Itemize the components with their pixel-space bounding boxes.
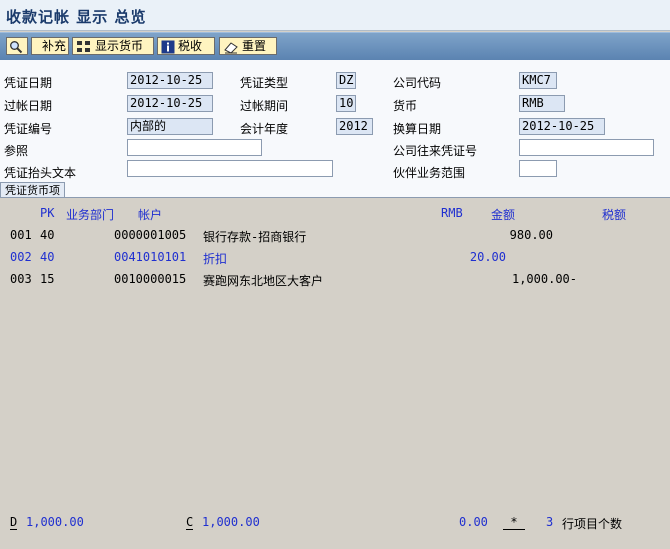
company-code-label: 公司代码 [393,76,442,90]
row-1-no: 001 [10,228,32,242]
tab-doc-currency-items[interactable]: 凭证货币项 [0,182,65,198]
col-amount: 金额 [491,208,516,222]
toolbar: 补充 显示货币 税收 重置 [0,32,670,61]
doc-no-label: 凭证编号 [4,122,53,136]
eraser-icon [224,41,238,54]
row-3-amount: 1,000.00- [511,272,577,286]
fiscal-year-field[interactable]: 2012 [336,118,373,135]
balance-indicator: * [503,515,525,530]
post-date-label: 过帐日期 [4,99,53,113]
doc-date-label: 凭证日期 [4,76,53,90]
row-1-text: 银行存款-招商银行 [203,230,307,244]
document-icon [35,40,39,54]
header-text-field[interactable] [127,160,333,177]
row-1-amount: 980.00 [509,228,553,242]
currency-label: 货币 [393,99,418,113]
reset-label: 重置 [242,39,267,53]
tax-button[interactable]: 税收 [157,37,215,55]
credit-total: 1,000.00 [202,515,260,529]
col-pk: PK [40,206,55,220]
doc-type-label: 凭证类型 [240,76,289,90]
fiscal-year-label: 会计年度 [240,122,289,136]
partner-area-field[interactable] [519,160,557,177]
row-3-no: 003 [10,272,32,286]
balance-value: 0.00 [459,515,488,529]
row-2-account[interactable]: 0041010101 [114,250,186,264]
credit-label: C [186,515,194,530]
trans-date-field[interactable]: 2012-10-25 [519,118,605,135]
row-2-amount: 20.00 [469,250,506,264]
ref-field[interactable] [127,139,262,156]
company-code-field[interactable]: KMC7 [519,72,557,89]
header-text-label: 凭证抬头文本 [4,166,77,180]
document-header: 凭证日期 2012-10-25 凭证类型 DZ 公司代码 KMC7 过帐日期 2… [0,60,670,182]
col-tax: 税额 [602,208,627,222]
row-3-account[interactable]: 0010000015 [114,272,186,286]
trans-date-label: 换算日期 [393,122,442,136]
info-icon [161,40,175,53]
period-label: 过帐期间 [240,99,289,113]
doc-type-field[interactable]: DZ [336,72,356,89]
post-date-field[interactable]: 2012-10-25 [127,95,213,112]
ref-label: 参照 [4,144,29,158]
row-3-pk: 15 [40,272,55,286]
intercompany-field[interactable] [519,139,654,156]
show-currency-button[interactable]: 显示货币 [72,37,154,55]
col-account: 帐户 [138,208,163,222]
supplement-label: 补充 [42,39,67,53]
item-count-label: 行项目个数 [562,517,623,531]
partner-area-label: 伙伴业务范围 [393,166,466,180]
tab-strip: 凭证货币项 [0,182,670,198]
line-items-panel: PK 业务部门 帐户 RMB 金额 税额 001 40 0000001005 银… [0,197,670,549]
tax-label: 税收 [178,39,203,53]
row-2-pk: 40 [40,250,55,264]
row-2-no: 002 [10,250,32,264]
show-currency-label: 显示货币 [95,39,144,53]
doc-date-field[interactable]: 2012-10-25 [127,72,213,89]
doc-no-field[interactable]: 内部的 [127,118,213,135]
hierarchy-icon [77,40,90,52]
reset-button[interactable]: 重置 [219,37,277,55]
debit-total: 1,000.00 [26,515,84,529]
title-bar: 收款记帐 显示 总览 [0,0,670,31]
col-currency: RMB [441,206,463,220]
window-title: 收款记帐 显示 总览 [6,8,147,26]
row-1-account[interactable]: 0000001005 [114,228,186,242]
col-bus-area: 业务部门 [66,208,115,222]
intercompany-label: 公司往来凭证号 [393,144,478,158]
period-field[interactable]: 10 [336,95,356,112]
magnify-button[interactable] [6,37,28,55]
supplement-button[interactable]: 补充 [31,37,69,55]
debit-label: D [10,515,18,530]
row-1-pk: 40 [40,228,55,242]
row-2-text: 折扣 [203,252,228,266]
magnify-icon [10,40,23,53]
row-3-text: 赛跑网东北地区大客户 [203,274,324,288]
item-count: 3 [546,515,554,529]
currency-field[interactable]: RMB [519,95,565,112]
